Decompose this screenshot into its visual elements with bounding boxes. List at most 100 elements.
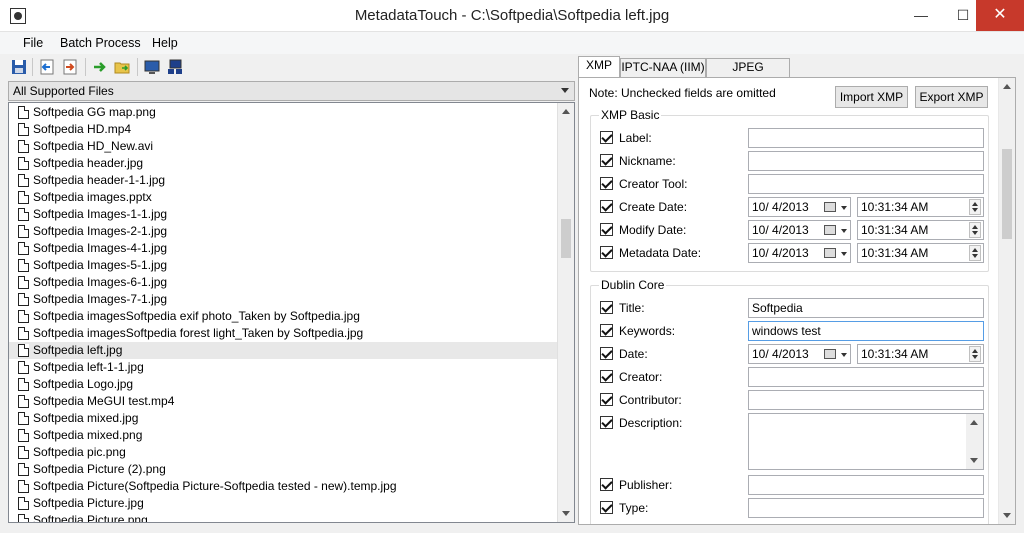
field-checkbox[interactable] xyxy=(600,200,613,213)
field-checkbox[interactable] xyxy=(600,301,613,314)
tab-xmp[interactable]: XMP xyxy=(578,56,620,78)
export-xmp-button[interactable]: Export XMP xyxy=(915,86,988,108)
list-item[interactable]: Softpedia Picture.png xyxy=(9,512,558,522)
field-checkbox[interactable] xyxy=(600,177,613,190)
list-item[interactable]: Softpedia left-1-1.jpg xyxy=(9,359,558,376)
field-checkbox[interactable] xyxy=(600,501,613,514)
list-item[interactable]: Softpedia Picture.jpg xyxy=(9,495,558,512)
file-type-filter-value: All Supported Files xyxy=(13,84,114,98)
list-item[interactable]: Softpedia Images-7-1.jpg xyxy=(9,291,558,308)
field-checkbox[interactable] xyxy=(600,324,613,337)
field-checkbox[interactable] xyxy=(600,478,613,491)
field-checkbox[interactable] xyxy=(600,393,613,406)
list-item[interactable]: Softpedia Images-2-1.jpg xyxy=(9,223,558,240)
list-item[interactable]: Softpedia mixed.png xyxy=(9,427,558,444)
file-list-scrollbar[interactable] xyxy=(557,103,574,522)
menu-batch-process[interactable]: Batch Process xyxy=(60,36,141,50)
list-item[interactable]: Softpedia MeGUI test.mp4 xyxy=(9,393,558,410)
list-item[interactable]: Softpedia Images-4-1.jpg xyxy=(9,240,558,257)
time-picker[interactable]: 10:31:34 AM xyxy=(857,243,984,263)
scroll-up-icon[interactable] xyxy=(1003,84,1011,89)
scroll-up-icon[interactable] xyxy=(970,420,978,425)
spin-buttons-icon[interactable] xyxy=(969,245,981,261)
field-checkbox[interactable] xyxy=(600,223,613,236)
field-checkbox[interactable] xyxy=(600,347,613,360)
minimize-button[interactable]: — xyxy=(898,0,944,31)
list-item[interactable]: Softpedia GG map.png xyxy=(9,104,558,121)
network-icon[interactable] xyxy=(167,59,183,75)
list-item[interactable]: Softpedia images.pptx xyxy=(9,189,558,206)
list-item[interactable]: Softpedia Images-5-1.jpg xyxy=(9,257,558,274)
spin-buttons-icon[interactable] xyxy=(969,222,981,238)
list-item[interactable]: Softpedia left.jpg xyxy=(9,342,558,359)
calendar-icon[interactable] xyxy=(824,248,836,258)
go-icon[interactable] xyxy=(92,59,108,75)
scrollbar-thumb[interactable] xyxy=(561,219,571,258)
spin-buttons-icon[interactable] xyxy=(969,199,981,215)
date-picker[interactable]: 10/ 4/2013 xyxy=(748,197,851,217)
text-field[interactable]: Softpedia xyxy=(748,298,984,318)
tab-iptc-naa[interactable]: IPTC-NAA (IIM) xyxy=(620,58,706,77)
monitor-icon[interactable] xyxy=(144,59,160,75)
calendar-icon[interactable] xyxy=(824,202,836,212)
field-checkbox[interactable] xyxy=(600,246,613,259)
chevron-down-icon[interactable] xyxy=(841,252,847,256)
list-item[interactable]: Softpedia HD_New.avi xyxy=(9,138,558,155)
menu-file[interactable]: File xyxy=(23,36,43,50)
time-picker[interactable]: 10:31:34 AM xyxy=(857,344,984,364)
list-item[interactable]: Softpedia Picture (2).png xyxy=(9,461,558,478)
chevron-down-icon[interactable] xyxy=(841,206,847,210)
field-checkbox[interactable] xyxy=(600,154,613,167)
text-field[interactable] xyxy=(748,475,984,495)
list-item[interactable]: Softpedia header.jpg xyxy=(9,155,558,172)
list-item[interactable]: Softpedia header-1-1.jpg xyxy=(9,172,558,189)
field-checkbox[interactable] xyxy=(600,416,613,429)
text-field[interactable] xyxy=(748,367,984,387)
close-button[interactable]: ✕ xyxy=(976,0,1024,31)
text-field[interactable] xyxy=(748,498,984,518)
chevron-down-icon[interactable] xyxy=(841,229,847,233)
back-icon[interactable] xyxy=(39,59,55,75)
scroll-down-icon[interactable] xyxy=(1003,513,1011,518)
list-item[interactable]: Softpedia Images-1-1.jpg xyxy=(9,206,558,223)
save-icon[interactable] xyxy=(11,59,27,75)
list-item[interactable]: Softpedia imagesSoftpedia forest light_T… xyxy=(9,325,558,342)
scroll-down-icon[interactable] xyxy=(970,458,978,463)
panel-scrollbar[interactable] xyxy=(998,78,1015,524)
file-list[interactable]: Softpedia GG map.png Softpedia HD.mp4 Soft… xyxy=(8,102,575,523)
import-xmp-button[interactable]: Import XMP xyxy=(835,86,908,108)
scroll-up-icon[interactable] xyxy=(562,109,570,114)
time-picker[interactable]: 10:31:34 AM xyxy=(857,197,984,217)
list-item[interactable]: Softpedia HD.mp4 xyxy=(9,121,558,138)
list-item[interactable]: Softpedia Logo.jpg xyxy=(9,376,558,393)
text-field[interactable] xyxy=(748,390,984,410)
date-picker[interactable]: 10/ 4/2013 xyxy=(748,243,851,263)
time-picker[interactable]: 10:31:34 AM xyxy=(857,220,984,240)
text-field[interactable] xyxy=(748,151,984,171)
forward-icon[interactable] xyxy=(62,59,78,75)
text-field[interactable] xyxy=(748,413,984,470)
list-item[interactable]: Softpedia imagesSoftpedia exif photo_Tak… xyxy=(9,308,558,325)
chevron-down-icon[interactable] xyxy=(841,353,847,357)
list-item[interactable]: Softpedia Images-6-1.jpg xyxy=(9,274,558,291)
file-type-filter-dropdown[interactable]: All Supported Files xyxy=(8,81,575,101)
field-checkbox[interactable] xyxy=(600,370,613,383)
text-field[interactable] xyxy=(748,128,984,148)
text-field[interactable] xyxy=(748,174,984,194)
date-picker[interactable]: 10/ 4/2013 xyxy=(748,220,851,240)
field-checkbox[interactable] xyxy=(600,131,613,144)
text-field[interactable]: windows test xyxy=(748,321,984,341)
list-item[interactable]: Softpedia mixed.jpg xyxy=(9,410,558,427)
spin-buttons-icon[interactable] xyxy=(969,346,981,362)
scroll-down-icon[interactable] xyxy=(562,511,570,516)
calendar-icon[interactable] xyxy=(824,349,836,359)
date-picker[interactable]: 10/ 4/2013 xyxy=(748,344,851,364)
list-item[interactable]: Softpedia pic.png xyxy=(9,444,558,461)
scrollbar-thumb[interactable] xyxy=(1002,149,1012,239)
description-scrollbar[interactable] xyxy=(966,414,983,469)
menu-help[interactable]: Help xyxy=(152,36,178,50)
calendar-icon[interactable] xyxy=(824,225,836,235)
tab-jpeg-comment[interactable]: JPEG Comment xyxy=(706,58,790,91)
list-item[interactable]: Softpedia Picture(Softpedia Picture-Soft… xyxy=(9,478,558,495)
open-folder-icon[interactable] xyxy=(114,59,130,75)
